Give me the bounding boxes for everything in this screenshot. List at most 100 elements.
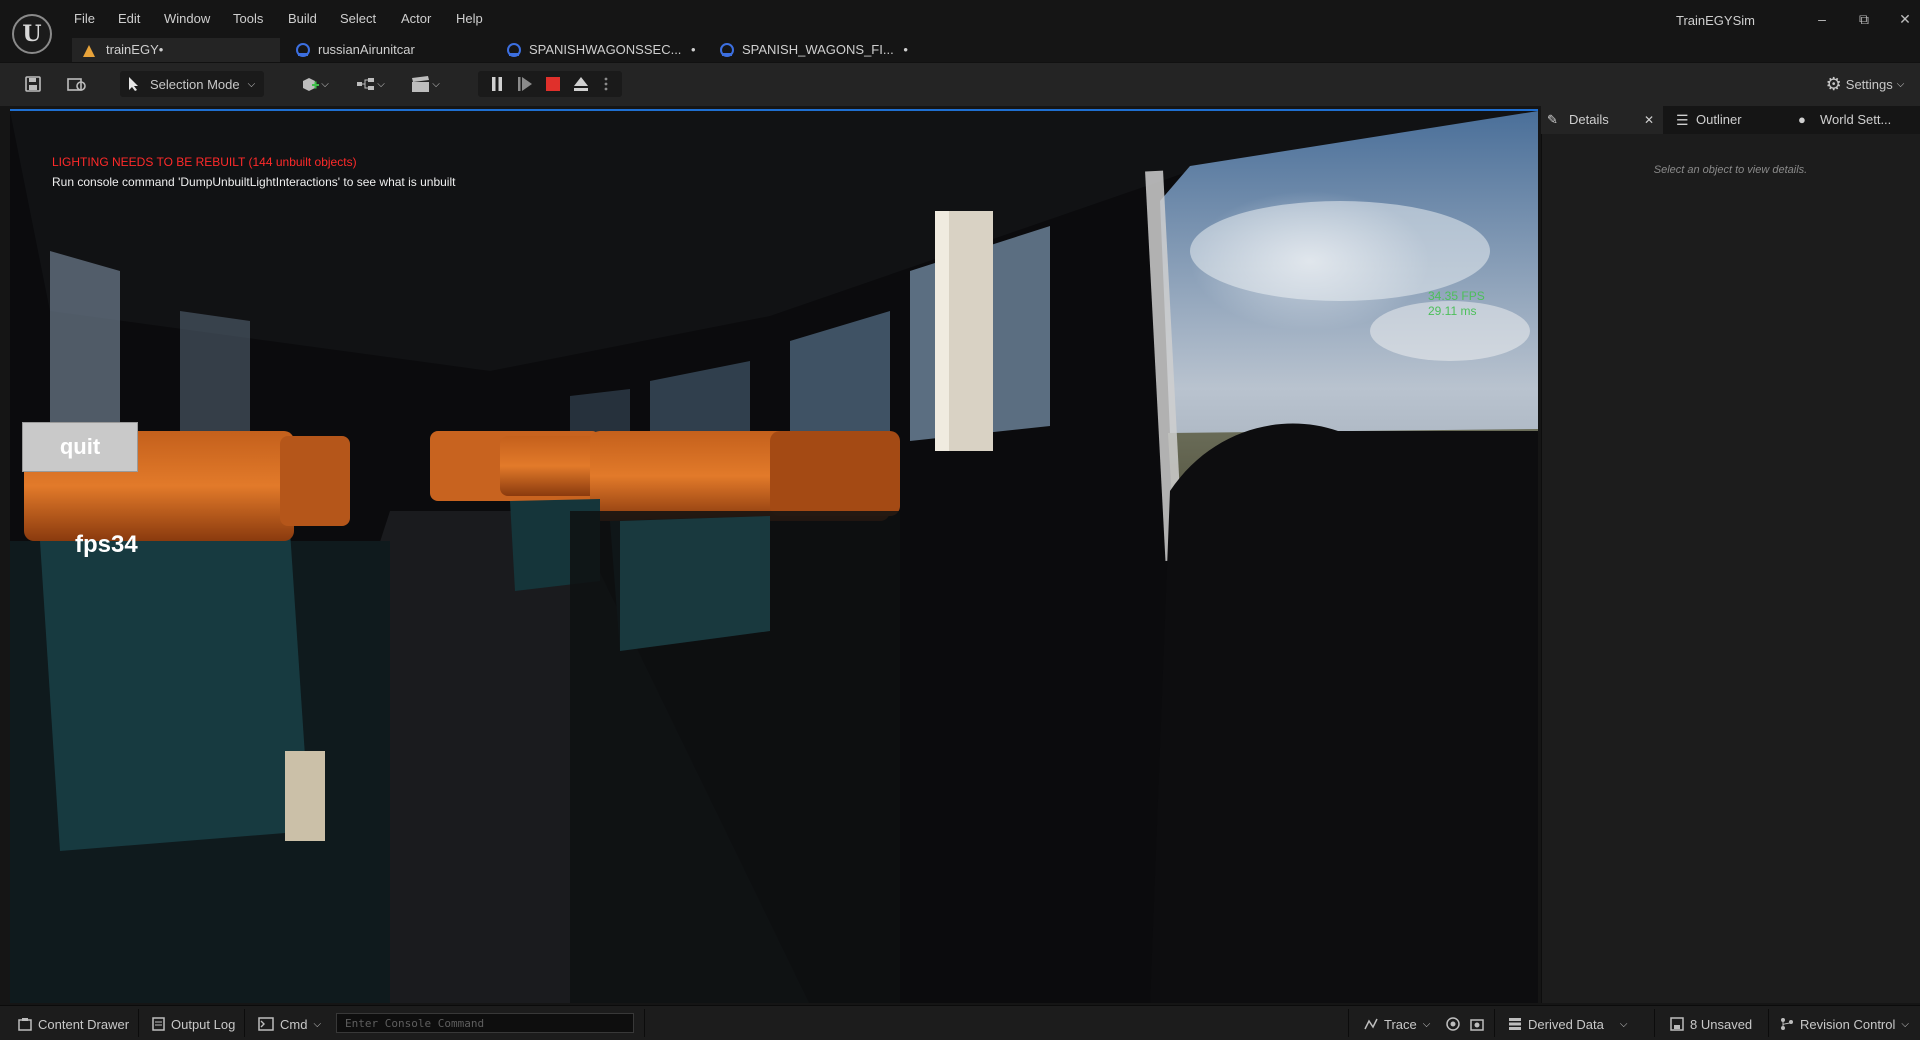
chevron-down-icon: ⌵	[321, 78, 329, 90]
chevron-down-icon: ⌵	[313, 1018, 322, 1030]
globe-icon: ●	[1798, 112, 1806, 127]
menu-help[interactable]: Help	[456, 11, 483, 26]
status-divider	[1654, 1009, 1655, 1037]
chevron-down-icon: ⌵	[1422, 1018, 1431, 1030]
document-tab-row	[0, 38, 1920, 62]
content-drawer-label: Content Drawer	[38, 1016, 130, 1032]
tab-spanish-wagons-fi[interactable]: SPANISH_WAGONS_FI... •	[718, 38, 918, 62]
branch-icon	[1781, 1018, 1793, 1030]
status-divider	[644, 1009, 645, 1037]
restore-icon[interactable]: ⧉	[1851, 8, 1877, 30]
menu-file[interactable]: File	[74, 11, 95, 26]
terminal-icon	[258, 1017, 274, 1031]
tab-label: russianAirunitcar	[318, 42, 415, 57]
console-hint-text: Run console command 'DumpUnbuiltLightInt…	[52, 175, 456, 189]
menu-window[interactable]: Window	[164, 11, 210, 26]
level-icon	[83, 45, 95, 57]
chevron-down-icon: ⌵	[432, 78, 440, 90]
trace-icon	[1364, 1018, 1378, 1030]
menu-actor[interactable]: Actor	[401, 11, 431, 26]
tab-spanishwagonssec[interactable]: SPANISHWAGONSSEC... •	[505, 38, 705, 62]
tab-label: SPANISHWAGONSSEC...	[529, 42, 682, 57]
tab-outliner[interactable]: ☰ Outliner	[1672, 106, 1782, 134]
cursor-icon	[129, 77, 138, 91]
frame-ms-value: 29.11 ms	[1428, 304, 1477, 318]
content-browser-icon[interactable]	[63, 71, 91, 97]
tab-label: Outliner	[1696, 112, 1742, 127]
modified-dot: •	[903, 42, 908, 57]
pencil-icon: ✎	[1547, 112, 1558, 127]
revision-control-dropdown[interactable]: Revision Control ⌵	[1780, 1015, 1909, 1033]
output-log-button[interactable]: Output Log	[152, 1015, 235, 1033]
unreal-logo-icon[interactable]: U	[12, 14, 52, 54]
more-options-icon[interactable]	[596, 71, 616, 97]
save-icon[interactable]	[20, 71, 46, 97]
app-title: TrainEGYSim	[1676, 13, 1755, 28]
cmd-dropdown[interactable]: Cmd ⌵	[258, 1015, 321, 1033]
modified-dot: •	[691, 42, 696, 57]
status-divider	[138, 1009, 139, 1037]
settings-button[interactable]: ⚙ Settings ⌵	[1820, 71, 1910, 97]
blueprint-icon	[720, 43, 734, 57]
quit-button[interactable]: quit	[22, 422, 138, 472]
frame-skip-icon[interactable]	[512, 71, 538, 97]
status-divider	[244, 1009, 245, 1037]
tab-russianairunitcar[interactable]: russianAirunitcar	[294, 38, 484, 62]
main-toolbar	[0, 62, 1920, 106]
content-drawer-button[interactable]: Content Drawer	[18, 1015, 129, 1033]
cinematics-button[interactable]: ⌵	[405, 71, 445, 97]
list-icon: ☰	[1676, 112, 1689, 128]
eject-icon[interactable]	[568, 71, 594, 97]
close-window-icon[interactable]: ✕	[1892, 8, 1918, 30]
lighting-warning-text: LIGHTING NEEDS TO BE REBUILT (144 unbuil…	[52, 155, 357, 169]
record-button[interactable]	[1446, 1015, 1460, 1033]
unsaved-count: 8 Unsaved	[1690, 1016, 1753, 1032]
trace-dropdown[interactable]: Trace ⌵	[1364, 1015, 1430, 1033]
level-viewport[interactable]: LIGHTING NEEDS TO BE REBUILT (144 unbuil…	[10, 109, 1538, 1003]
tab-details[interactable]: ✎ Details ✕	[1541, 106, 1663, 134]
cmd-label: Cmd	[280, 1016, 308, 1032]
menu-build[interactable]: Build	[288, 11, 317, 26]
blueprint-icon	[296, 43, 310, 57]
menu-tools[interactable]: Tools	[233, 11, 263, 26]
settings-label: Settings	[1845, 76, 1893, 92]
clapperboard-icon	[412, 76, 430, 92]
menu-select[interactable]: Select	[340, 11, 376, 26]
menu-edit[interactable]: Edit	[118, 11, 140, 26]
derived-data-dropdown[interactable]: Derived Data ⌵	[1508, 1015, 1627, 1033]
tab-world-settings[interactable]: ● World Sett...	[1798, 106, 1918, 134]
tab-label: trainEGY•	[106, 42, 164, 57]
drawer-icon	[18, 1018, 32, 1031]
close-tab-icon[interactable]: ✕	[1644, 106, 1654, 134]
details-panel	[1541, 106, 1920, 1003]
blueprint-icon	[507, 43, 521, 57]
database-icon	[1509, 1018, 1521, 1030]
save-icon	[1670, 1017, 1684, 1031]
add-cube-icon	[303, 78, 320, 91]
viewport-scene-image	[10, 111, 1538, 1003]
stat-fps-readout: 34.35 FPS 29.11 ms	[1428, 289, 1485, 319]
trace-label: Trace	[1384, 1016, 1417, 1032]
details-empty-hint: Select an object to view details.	[1653, 164, 1808, 176]
fps-label: fps34	[75, 531, 138, 558]
console-command-input[interactable]	[336, 1013, 634, 1033]
selection-mode-label: Selection Mode	[150, 76, 240, 92]
tab-trainegy[interactable]: trainEGY•	[72, 38, 280, 62]
gear-icon: ⚙	[1825, 73, 1842, 94]
blueprint-graph-icon	[357, 78, 375, 90]
derived-data-label: Derived Data	[1528, 1016, 1604, 1032]
stop-icon[interactable]	[540, 71, 566, 97]
blueprint-menu-button[interactable]: ⌵	[350, 71, 390, 97]
add-actor-button[interactable]: ⌵	[294, 71, 334, 97]
tab-label: Details	[1569, 112, 1609, 127]
pause-icon[interactable]	[484, 71, 510, 97]
screenshot-button[interactable]	[1470, 1015, 1484, 1033]
output-log-label: Output Log	[171, 1016, 236, 1032]
unsaved-assets-button[interactable]: 8 Unsaved	[1670, 1015, 1752, 1033]
camera-icon	[1470, 1019, 1484, 1031]
record-icon	[1446, 1017, 1460, 1031]
minimize-icon[interactable]: –	[1809, 8, 1835, 30]
chevron-down-icon: ⌵	[1619, 1018, 1628, 1030]
selection-mode-dropdown[interactable]: Selection Mode ⌵	[120, 71, 264, 97]
tab-label: World Sett...	[1820, 112, 1892, 127]
